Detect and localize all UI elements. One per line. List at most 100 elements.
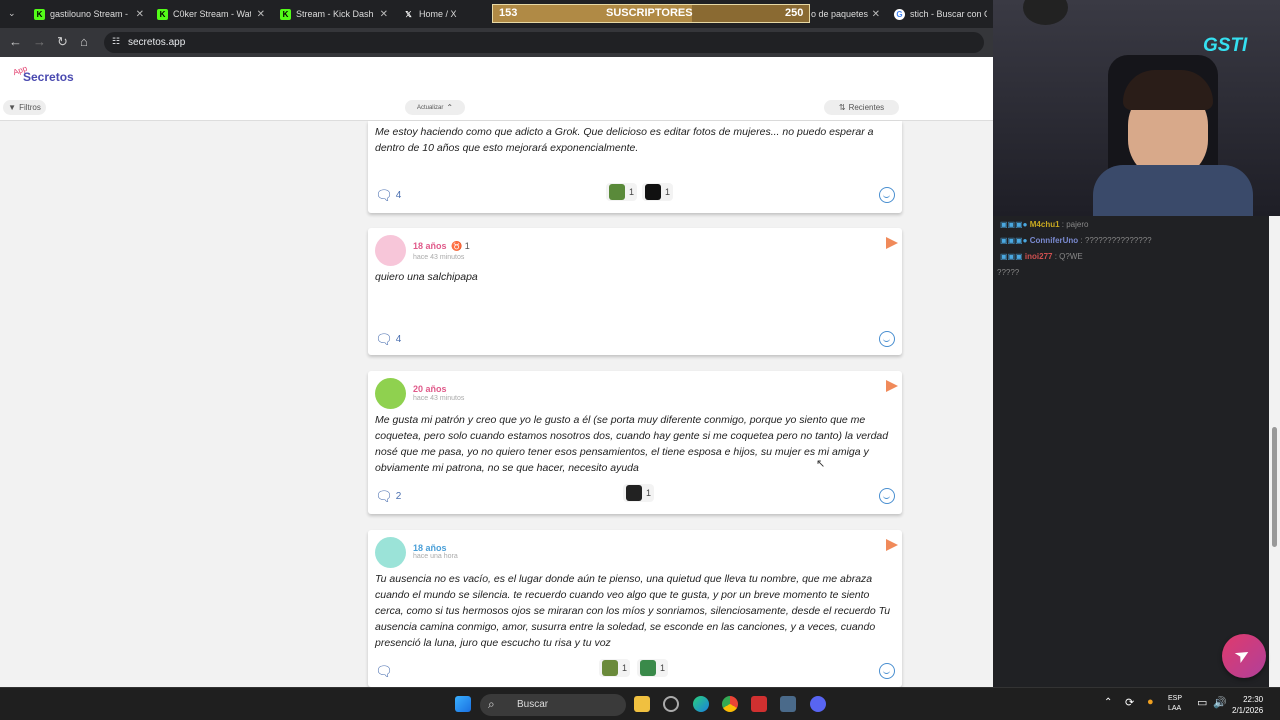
chat-username: inoi277 [1024,252,1053,261]
tab-label: stich - Buscar con Go [910,9,987,19]
scrollbar-thumb[interactable] [1272,427,1277,547]
kick-icon: K [157,8,168,20]
app-logo[interactable]: Secretos [23,70,74,84]
send-secret-button[interactable] [1222,634,1266,678]
refresh-button[interactable]: Actualizar ⌃ [405,100,465,115]
reaction-count: 1 [629,187,635,197]
share-icon[interactable] [886,380,898,392]
recent-sort-button[interactable]: ⇅ Recientes [824,100,899,115]
taskbar-search[interactable]: ⌕ Buscar [480,694,626,716]
microphone-icon[interactable]: ● [1147,696,1154,708]
reload-icon[interactable]: ↻ [57,34,68,50]
close-icon[interactable]: ✕ [257,9,265,20]
clock-date: 2/1/2026 [1232,706,1264,715]
post-age: 18 años [413,241,447,251]
discord-icon[interactable] [810,696,826,712]
chat-text: : Q?WE [1054,252,1083,261]
region-code: LAA [1168,705,1182,712]
avatar[interactable] [375,235,406,266]
post-age: 20 años [413,384,447,394]
edge-icon[interactable] [693,696,709,712]
system-clock[interactable]: 22:30 2/1/2026 [1232,694,1263,716]
post-card: 20 años hace 43 minutos Me gusta mi patr… [368,371,902,514]
reaction-chip[interactable]: 1 [637,659,669,677]
comments-button[interactable]: 🗨 2 [375,488,401,505]
person-body [1093,165,1253,216]
chevron-up-icon[interactable]: ⌃ [1104,697,1112,708]
search-label: Buscar [517,699,549,710]
chrome-icon[interactable] [722,696,738,712]
chat-username: ConniferUno [1029,236,1079,245]
app-icon[interactable] [663,696,679,712]
avatar[interactable] [375,537,406,568]
chevron-up-icon: ⌃ [446,103,454,112]
browser-tab[interactable]: 𝕏 Home / X [397,4,489,24]
clock-time: 22:30 [1243,695,1264,704]
chat-overlay: ▣▣▣● M4chu1 : pajero ▣▣▣● ConniferUno : … [993,216,1280,346]
chat-text: : ??????????????? [1080,236,1152,245]
browser-tab[interactable]: K Stream - Kick Dashbo ✕ [274,4,392,24]
app-icon[interactable] [780,696,796,712]
language-code: ESP [1168,695,1183,702]
web-page: App Secretos ▼ Filtros Actualizar ⌃ ⇅ Re… [0,57,993,687]
chat-message: ▣▣▣ inoi277 : Q?WE [1000,252,1083,261]
windows-start-icon[interactable] [455,696,471,712]
character-reaction-icon [626,485,642,501]
recent-label: Recientes [848,103,885,112]
tab-label: gastilouno Stream - V [50,9,128,19]
forward-icon[interactable]: → [33,34,46,49]
back-icon[interactable]: ← [9,34,22,49]
post-card: Me estoy haciendo como que adicto a Grok… [368,121,902,213]
browser-tab[interactable]: K C0ker Stream - Watc ✕ [151,4,269,24]
comments-button[interactable]: 🗨 4 [375,331,401,348]
comments-icon: 🗨 [375,331,393,347]
refresh-label: Actualizar [416,104,444,111]
tab-list-chevron-icon[interactable]: ⌄ [8,8,16,19]
react-smile-icon[interactable] [879,663,895,679]
comment-count: 4 [395,334,402,345]
volume-icon[interactable]: 🔊 [1213,696,1227,709]
sync-icon[interactable]: ⟳ [1125,696,1134,709]
reaction-chip[interactable]: 1 [606,183,638,201]
kick-icon: K [280,8,291,20]
app-icon[interactable] [751,696,767,712]
site-info-icon[interactable]: ☷ [112,36,120,47]
pepe-reaction-icon [640,660,656,676]
input-language[interactable]: ESP LAA [1168,694,1182,714]
comments-button[interactable]: 🗨 [375,663,393,680]
windows-taskbar: ⌕ Buscar ⌃ ⟳ ● ESP LAA ▭ 🔊 22:30 2/1/202… [0,687,1280,720]
post-text: Me estoy haciendo como que adicto a Grok… [375,126,874,154]
react-smile-icon[interactable] [879,488,895,504]
react-smile-icon[interactable] [879,331,895,347]
file-explorer-icon[interactable] [634,696,650,712]
network-icon[interactable]: ▭ [1197,696,1207,709]
search-icon: ⌕ [488,697,495,711]
reaction-chip[interactable]: 1 [642,183,674,201]
x-icon: 𝕏 [405,9,412,19]
close-icon[interactable]: ✕ [380,9,388,20]
filters-button[interactable]: ▼ Filtros [3,100,46,115]
close-icon[interactable]: ✕ [872,9,880,20]
reaction-count: 1 [646,488,652,498]
browser-tab[interactable]: K gastilouno Stream - V ✕ [28,4,148,24]
badge-icons: ▣▣▣● [1000,220,1028,229]
comments-button[interactable]: 🗨 4 [375,187,401,204]
share-icon[interactable] [886,237,898,249]
comment-count: 4 [395,190,402,201]
url-field[interactable]: ☷ secretos.app [104,32,984,53]
chat-message: ▣▣▣● ConniferUno : ??????????????? [1000,236,1152,245]
share-icon[interactable] [886,539,898,551]
chat-message: ????? [997,268,1019,277]
react-smile-icon[interactable] [879,187,895,203]
browser-tab[interactable]: G stich - Buscar con Go [888,4,993,24]
home-icon[interactable]: ⌂ [80,34,88,49]
post-text: quiero una salchipapa [375,271,478,283]
reaction-chip[interactable]: 1 [599,659,631,677]
reaction-count: 1 [660,663,666,673]
google-icon: G [894,8,905,20]
reaction-chip[interactable]: 1 [623,484,655,502]
close-icon[interactable]: ✕ [136,9,144,20]
tab-label: Home / X [419,9,457,19]
mouse-cursor-icon: ↖ [816,458,826,470]
avatar[interactable] [375,378,406,409]
